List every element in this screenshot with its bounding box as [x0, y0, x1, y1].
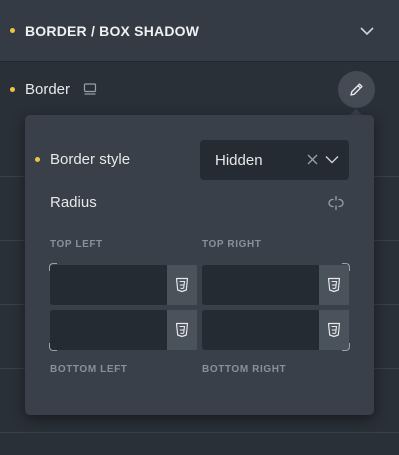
corner-indicator-bottom-left [49, 343, 57, 351]
top-left-radius-field[interactable] [50, 265, 197, 305]
css-toggle-button[interactable] [167, 265, 197, 305]
border-style-select[interactable]: Hidden [200, 140, 349, 180]
css-toggle-button[interactable] [167, 310, 197, 350]
modified-indicator-dot [35, 157, 40, 162]
section-title: BORDER / BOX SHADOW [25, 23, 200, 39]
radius-label: Radius [50, 194, 97, 211]
modified-indicator-dot [10, 28, 15, 33]
border-label: Border [25, 81, 71, 98]
modified-indicator-dot [10, 87, 15, 92]
top-left-label: TOP LEFT [50, 239, 103, 250]
css3-icon [175, 322, 189, 338]
bottom-right-radius-input[interactable] [202, 310, 319, 350]
row-divider [0, 432, 399, 433]
bottom-left-radius-field[interactable] [50, 310, 197, 350]
section-header-border-box-shadow[interactable]: BORDER / BOX SHADOW [0, 0, 399, 62]
pencil-icon [350, 83, 363, 96]
css-toggle-button[interactable] [319, 265, 349, 305]
corner-indicator-bottom-right [342, 343, 350, 351]
top-right-label: TOP RIGHT [202, 239, 262, 250]
corner-indicator-top-right [342, 263, 350, 271]
bottom-right-label: BOTTOM RIGHT [202, 364, 287, 375]
link-icon[interactable] [327, 194, 345, 212]
bottom-left-radius-input[interactable] [50, 310, 167, 350]
chevron-down-icon[interactable] [325, 155, 339, 164]
monitor-icon[interactable] [83, 82, 97, 96]
clear-icon[interactable] [307, 154, 318, 165]
bottom-left-label: BOTTOM LEFT [50, 364, 128, 375]
top-right-radius-field[interactable] [202, 265, 349, 305]
top-right-radius-input[interactable] [202, 265, 319, 305]
bottom-right-radius-field[interactable] [202, 310, 349, 350]
border-style-label: Border style [50, 151, 131, 168]
corner-indicator-top-left [49, 263, 57, 271]
css3-icon [327, 277, 341, 293]
edit-border-button[interactable] [338, 71, 375, 108]
border-style-value: Hidden [215, 152, 263, 169]
css3-icon [175, 277, 189, 293]
chevron-down-icon[interactable] [360, 26, 374, 36]
css3-icon [327, 322, 341, 338]
top-left-radius-input[interactable] [50, 265, 167, 305]
